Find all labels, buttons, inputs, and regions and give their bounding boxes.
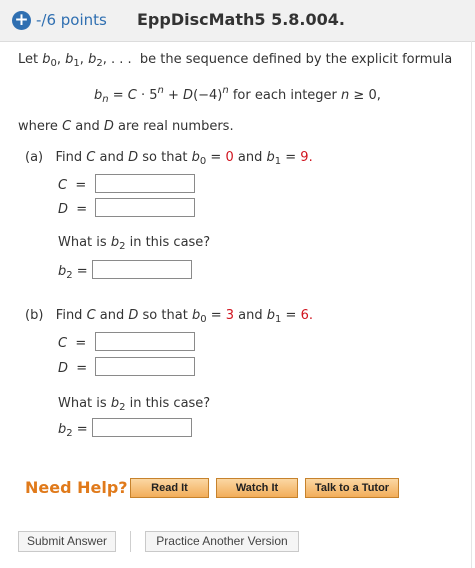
points-label: -/6 points	[36, 11, 107, 29]
d-label-a: D =	[58, 202, 88, 217]
part-a-b2-prompt: What is b2 in this case?	[58, 235, 211, 252]
read-it-button[interactable]: Read It	[130, 478, 209, 498]
intro-prefix: Let b0, b1, b2, . . . be the sequence de…	[18, 52, 453, 69]
talk-to-tutor-button[interactable]: Talk to a Tutor	[305, 478, 399, 498]
part-b-b2-prompt: What is b2 in this case?	[58, 396, 211, 413]
b2-input-a[interactable]	[92, 260, 192, 279]
question-header: + -/6 points EppDiscMath5 5.8.004.	[0, 0, 475, 42]
submit-answer-button[interactable]: Submit Answer	[18, 531, 116, 552]
d-input-b[interactable]	[95, 357, 195, 376]
c-label-b: C =	[58, 336, 87, 351]
b2-label-b: b2 =	[58, 422, 88, 439]
part-b-label: (b)	[25, 308, 44, 323]
formula-tail: for each integer	[232, 88, 337, 103]
question-title: EppDiscMath5 5.8.004.	[137, 10, 345, 29]
d-input-a[interactable]	[95, 198, 195, 217]
part-b-b1: 6.	[300, 308, 313, 323]
plus-icon[interactable]: +	[12, 11, 31, 30]
part-b-b0: 3	[225, 308, 235, 323]
c-input-a[interactable]	[95, 174, 195, 193]
where-text: where C and D are real numbers.	[18, 119, 234, 134]
part-a-question: (a) Find C and D so that b0 = 0 and b1 =…	[25, 150, 313, 167]
need-help-label: Need Help?	[25, 478, 128, 497]
intro-suffix: be the sequence defined by the explicit …	[139, 52, 453, 67]
d-label-b: D =	[58, 361, 88, 376]
b2-input-b[interactable]	[92, 418, 192, 437]
divider	[471, 41, 472, 568]
part-a-b1: 9.	[300, 150, 313, 165]
formula: bn = C · 5n + D(−4)n for each integer n …	[94, 85, 381, 105]
part-b-question: (b) Find C and D so that b0 = 3 and b1 =…	[25, 308, 313, 325]
b2-label-a: b2 =	[58, 264, 88, 281]
c-input-b[interactable]	[95, 332, 195, 351]
c-label-a: C =	[58, 178, 87, 193]
footer-separator	[130, 531, 131, 552]
watch-it-button[interactable]: Watch It	[216, 478, 298, 498]
practice-another-version-button[interactable]: Practice Another Version	[145, 531, 299, 552]
part-a-label: (a)	[25, 150, 44, 165]
part-a-b0: 0	[225, 150, 234, 165]
